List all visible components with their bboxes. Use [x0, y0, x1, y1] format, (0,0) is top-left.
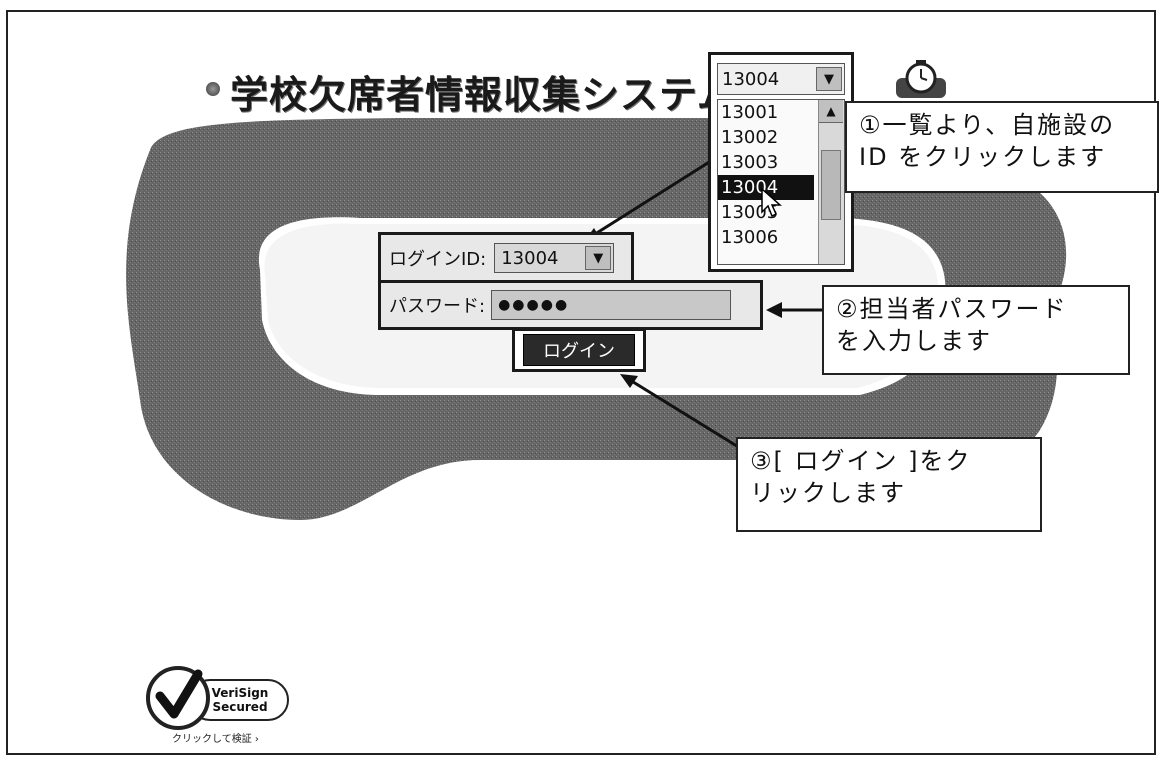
callout-step3: ③[ ログイン ]をク リックします: [736, 437, 1042, 532]
password-label: パスワード:: [389, 296, 486, 317]
password-input[interactable]: ●●●●●: [491, 290, 732, 320]
checkmark-icon: VeriSign Secured: [146, 666, 289, 730]
login-id-value: 13004: [501, 247, 559, 269]
dropdown-scrollbar[interactable]: ▲: [818, 100, 844, 264]
login-button-frame: ログイン: [512, 328, 646, 372]
login-button[interactable]: ログイン: [523, 334, 635, 366]
verisign-badge[interactable]: VeriSign Secured クリックして検証 ›: [140, 650, 300, 750]
login-id-row: ログインID: 13004 ▼: [378, 232, 634, 284]
dropdown-option[interactable]: 13003: [718, 150, 814, 175]
verisign-brand-line1: VeriSign: [212, 686, 269, 700]
callout-step1-line2: ID をクリックします: [859, 143, 1107, 171]
callout-step1-line1: ①一覧より、自施設の: [859, 111, 1116, 139]
login-id-label: ログインID:: [389, 249, 487, 270]
page-title: 学校欠席者情報収集システム: [230, 73, 736, 117]
dropdown-option[interactable]: 13001: [718, 100, 814, 125]
dropdown-option[interactable]: 13006: [718, 225, 814, 250]
verisign-brand-line2: Secured: [212, 700, 267, 714]
chevron-down-icon[interactable]: ▼: [816, 67, 842, 91]
clock-icon: [896, 60, 946, 98]
dropdown-header[interactable]: 13004 ▼: [717, 63, 845, 95]
chevron-up-icon[interactable]: ▲: [819, 100, 843, 123]
callout-step3-line2: リックします: [750, 479, 906, 507]
callout-step2-line1: ②担当者パスワード: [836, 295, 1068, 323]
verisign-caption[interactable]: クリックして検証 ›: [172, 730, 259, 745]
id-dropdown-panel: 13004 ▼ 13001 13002 13003 13004 13005 13…: [708, 52, 854, 272]
login-id-select[interactable]: 13004 ▼: [494, 243, 615, 273]
mouse-pointer-icon: [761, 188, 782, 218]
password-row: パスワード: ●●●●●: [378, 280, 763, 330]
dropdown-option[interactable]: 13002: [718, 125, 814, 150]
callout-step3-line1: ③[ ログイン ]をク: [750, 447, 972, 475]
scroll-thumb[interactable]: [821, 150, 841, 220]
chevron-down-icon[interactable]: ▼: [585, 246, 612, 270]
callout-step2-line2: を入力します: [836, 327, 992, 355]
callout-step2: ②担当者パスワード を入力します: [822, 285, 1130, 375]
dropdown-list: 13001 13002 13003 13004 13005 13006 ▲: [717, 99, 845, 265]
title-bullet-icon: [206, 82, 220, 96]
dropdown-selected-value: 13004: [722, 68, 780, 90]
callout-step1: ①一覧より、自施設の ID をクリックします: [845, 101, 1159, 193]
